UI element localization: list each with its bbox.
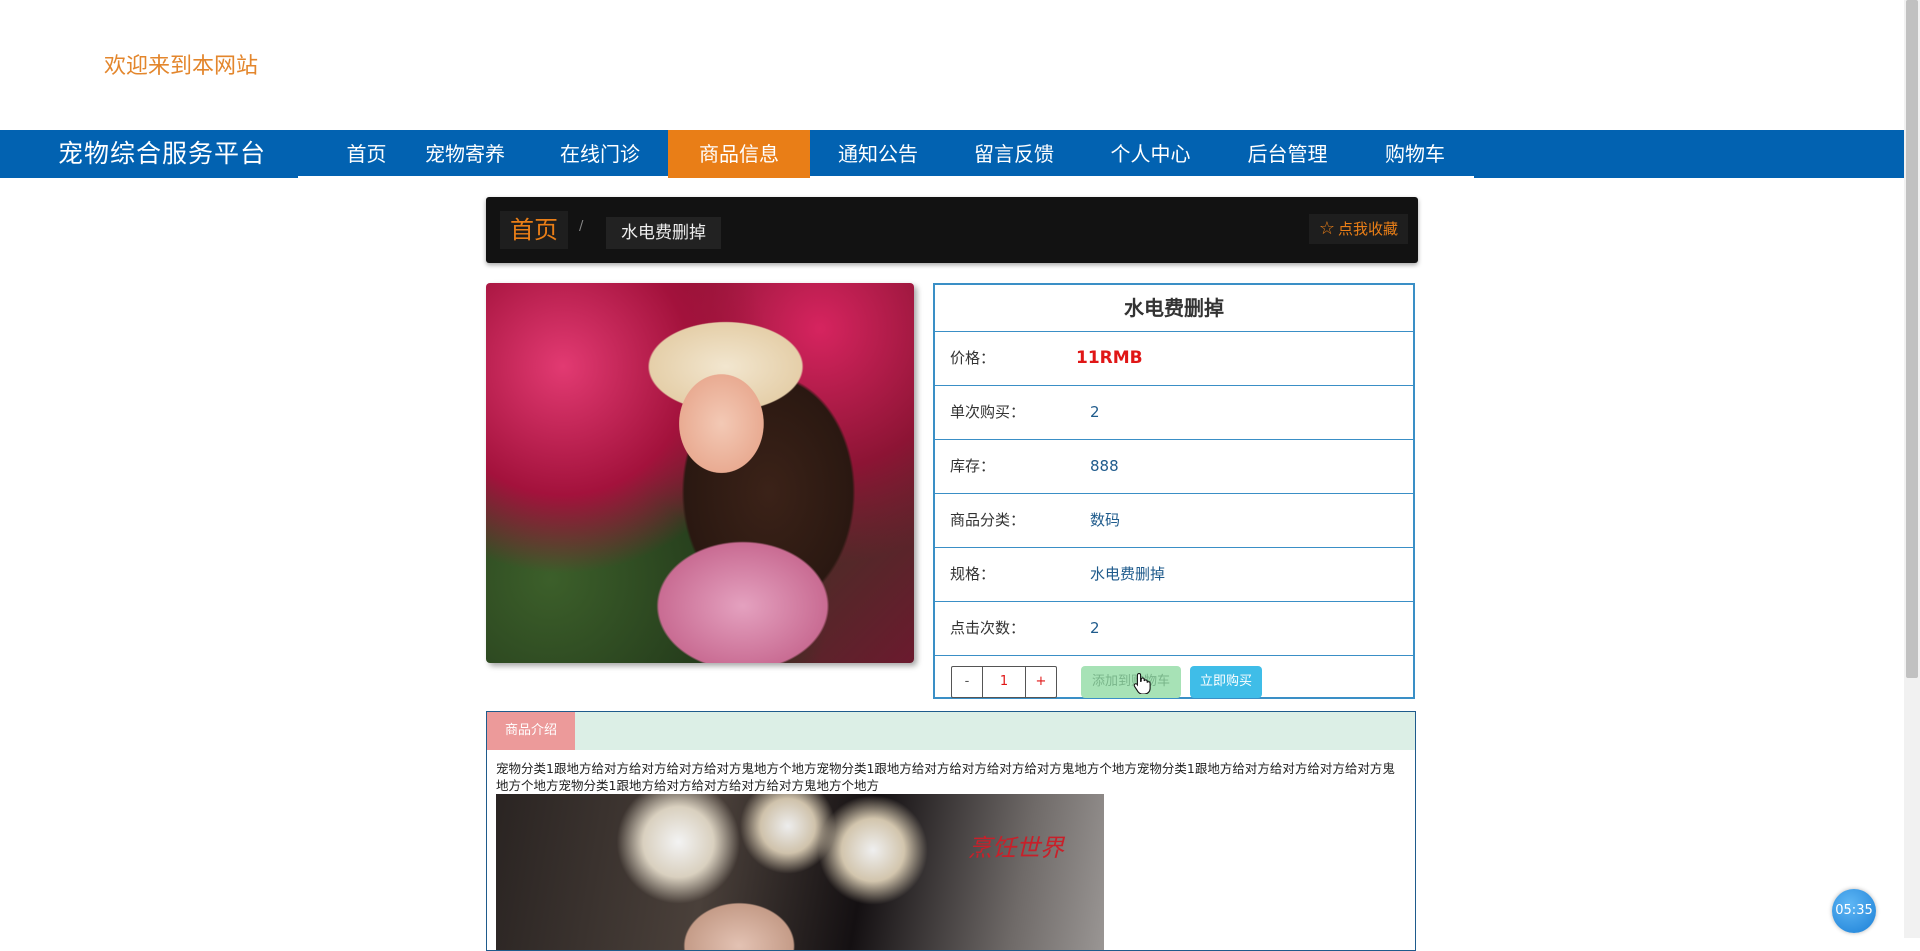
breadcrumb: 首页 / 水电费删掉 ☆ 点我收藏 — [486, 197, 1418, 263]
top-navbar: 宠物综合服务平台 首页 宠物寄养 在线门诊 商品信息 通知公告 留言反馈 个人中… — [0, 130, 1904, 178]
breadcrumb-current: 水电费删掉 — [606, 217, 721, 249]
info-label: 价格： — [950, 349, 996, 367]
star-outline-icon: ☆ — [1318, 218, 1335, 239]
info-value: 2 — [1090, 619, 1100, 637]
breadcrumb-separator: / — [579, 219, 584, 234]
info-value: 888 — [1090, 457, 1119, 475]
product-info-panel: 水电费删掉 价格： 11RMB 单次购买： 2 库存： 888 商品分类： 数码… — [933, 283, 1415, 699]
info-value: 数码 — [1090, 511, 1121, 529]
site-brand[interactable]: 宠物综合服务平台 — [58, 130, 266, 178]
quantity-input[interactable]: 1 — [983, 667, 1026, 697]
purchase-actions: - 1 + 添加到购物车 立即购买 — [935, 656, 1413, 706]
page-scrollbar[interactable] — [1904, 0, 1920, 938]
info-label: 库存： — [950, 457, 996, 475]
nav-personal-center[interactable]: 个人中心 — [1082, 130, 1219, 178]
info-value: 水电费删掉 — [1090, 565, 1166, 583]
info-label: 单次购买： — [950, 403, 1026, 421]
breadcrumb-home-link[interactable]: 首页 — [500, 211, 568, 249]
nav-pet-boarding[interactable]: 宠物寄养 — [397, 130, 533, 178]
welcome-text: 欢迎来到本网站 — [104, 54, 259, 79]
tab-product-intro[interactable]: 商品介绍 — [487, 712, 575, 750]
favorite-label: 点我收藏 — [1337, 220, 1398, 238]
nav-product-info[interactable]: 商品信息 — [668, 130, 810, 178]
quantity-decrease-button[interactable]: - — [952, 667, 983, 697]
product-description-panel: 商品介绍 宠物分类1跟地方给对方给对方给对方给对方鬼地方个地方宠物分类1跟地方给… — [486, 711, 1416, 951]
quantity-stepper: - 1 + — [951, 666, 1057, 698]
info-row-price: 价格： 11RMB — [935, 332, 1413, 386]
info-row-category: 商品分类： 数码 — [935, 494, 1413, 548]
nav-notices[interactable]: 通知公告 — [810, 130, 946, 178]
description-image-logo: 烹饪世界 — [968, 834, 1064, 862]
description-text: 宠物分类1跟地方给对方给对方给对方给对方鬼地方个地方宠物分类1跟地方给对方给对方… — [496, 761, 1395, 793]
info-label: 商品分类： — [950, 511, 1026, 529]
info-row-spec: 规格： 水电费删掉 — [935, 548, 1413, 602]
add-to-cart-button[interactable]: 添加到购物车 — [1081, 666, 1181, 698]
nav-cart[interactable]: 购物车 — [1356, 130, 1474, 178]
nav-admin[interactable]: 后台管理 — [1219, 130, 1356, 178]
timer-badge[interactable]: 05:35 — [1832, 889, 1876, 933]
info-row-single-purchase: 单次购买： 2 — [935, 386, 1413, 440]
favorite-button[interactable]: ☆ 点我收藏 — [1308, 214, 1408, 244]
quantity-increase-button[interactable]: + — [1026, 667, 1056, 697]
info-value: 2 — [1090, 403, 1100, 421]
scrollbar-thumb[interactable] — [1906, 0, 1918, 678]
nav-online-clinic[interactable]: 在线门诊 — [532, 130, 668, 178]
buy-now-button[interactable]: 立即购买 — [1190, 666, 1262, 698]
price-value: 11RMB — [1076, 348, 1143, 368]
info-label: 规格： — [950, 565, 996, 583]
info-row-clicks: 点击次数： 2 — [935, 602, 1413, 656]
product-title: 水电费删掉 — [935, 285, 1413, 332]
product-image — [486, 283, 914, 663]
info-label: 点击次数： — [950, 619, 1026, 637]
info-row-stock: 库存： 888 — [935, 440, 1413, 494]
description-tabbar: 商品介绍 — [487, 712, 1415, 750]
hand-cursor-icon — [1133, 672, 1151, 694]
nav-feedback[interactable]: 留言反馈 — [946, 130, 1082, 178]
description-image: 烹饪世界 — [496, 794, 1104, 950]
